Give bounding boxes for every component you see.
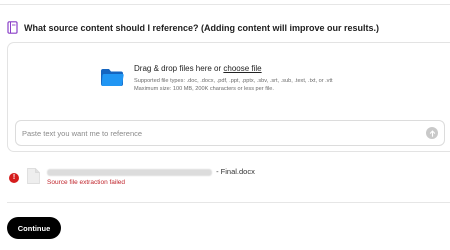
continue-button[interactable]: Continue: [7, 217, 61, 239]
file-name: - Final.docx: [47, 167, 255, 176]
send-button[interactable]: [426, 127, 438, 139]
file-name-suffix: - Final.docx: [214, 167, 255, 176]
document-icon: [27, 168, 40, 184]
choose-file-link[interactable]: choose file: [223, 64, 261, 73]
file-error-message: Source file extraction failed: [47, 179, 126, 186]
text-reference-box[interactable]: [15, 120, 445, 146]
question-text: What source content should I reference? …: [24, 22, 380, 33]
redacted-file-name: [47, 168, 212, 176]
drop-instructions: Drag & drop files here or choose file: [134, 64, 262, 73]
top-divider: [0, 4, 450, 5]
maximum-size: Maximum size: 100 MB, 200K characters or…: [134, 86, 274, 92]
folder-icon: [101, 69, 124, 86]
arrow-up-icon: [429, 129, 435, 137]
attached-file: ! - Final.docx Source file extraction fa…: [0, 160, 450, 195]
bottom-divider: [7, 202, 450, 203]
text-reference-input[interactable]: [22, 121, 402, 145]
source-question: What source content should I reference? …: [7, 21, 379, 34]
error-icon: !: [9, 173, 19, 183]
book-icon: [7, 21, 18, 34]
upload-card[interactable]: Drag & drop files here or choose file Su…: [7, 42, 450, 152]
upload-requirements: Supported file types: .doc, .docx, .pdf,…: [134, 77, 333, 93]
drop-title-text: Drag & drop files here or: [134, 64, 224, 73]
supported-file-types: Supported file types: .doc, .docx, .pdf,…: [134, 78, 333, 84]
